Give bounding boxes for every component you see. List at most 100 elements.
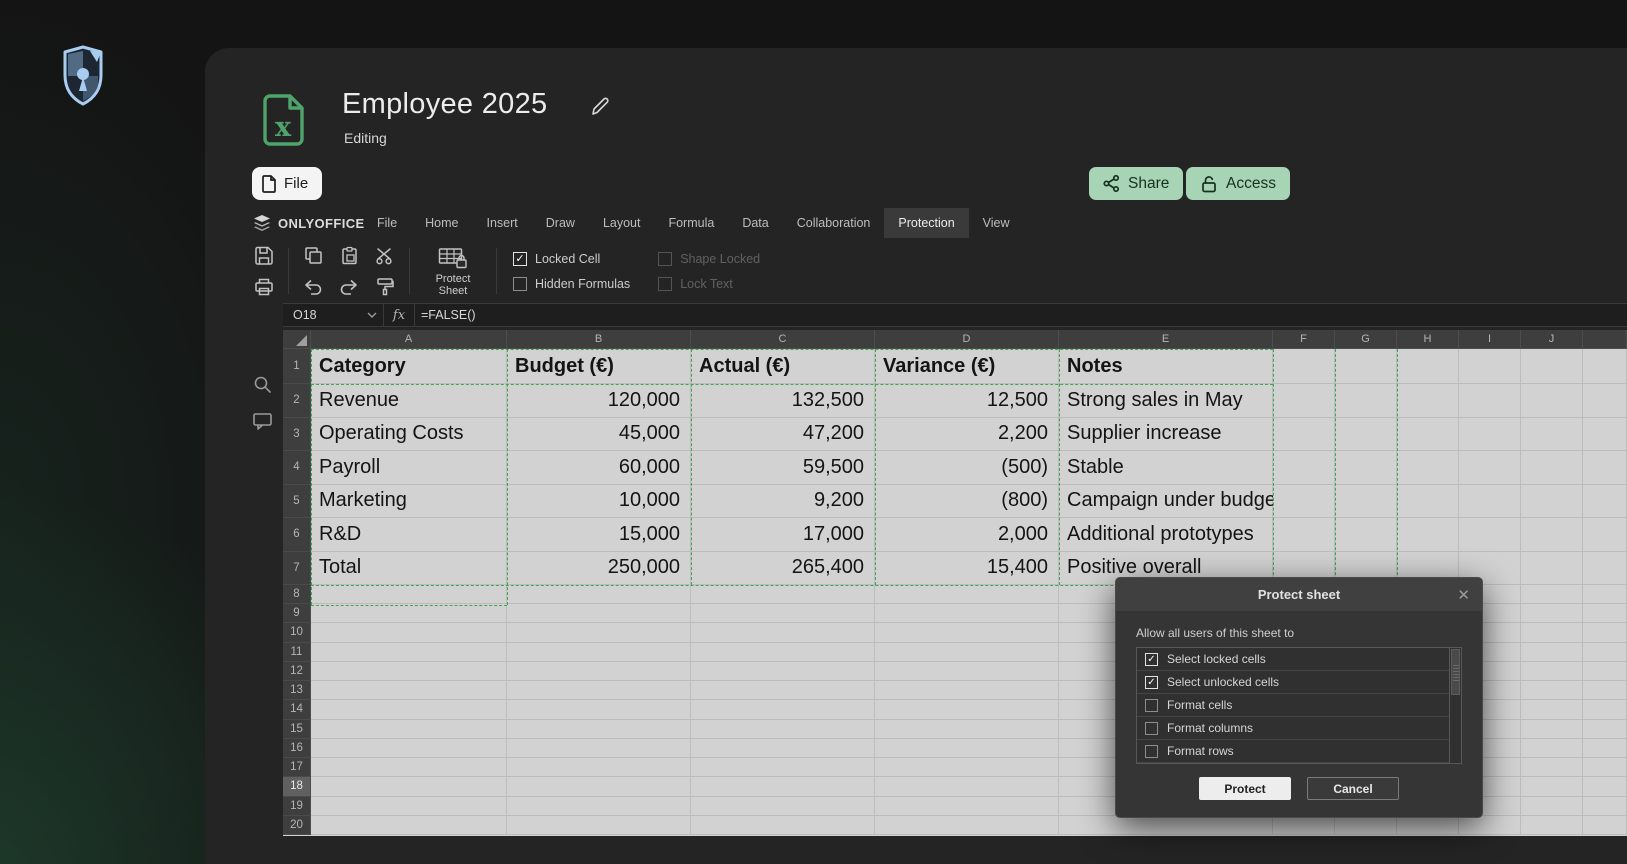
format-painter-icon[interactable]	[373, 276, 397, 298]
cell-B16[interactable]	[507, 739, 691, 758]
tab-home[interactable]: Home	[411, 208, 472, 238]
cell-K15[interactable]	[1583, 720, 1627, 739]
cell-J20[interactable]	[1521, 816, 1583, 835]
row-header-6[interactable]: 6	[283, 518, 311, 552]
protect-sheet-button[interactable]: ProtectSheet	[422, 246, 484, 297]
row-header-17[interactable]: 17	[283, 758, 311, 777]
cell-D11[interactable]	[875, 643, 1059, 662]
tab-insert[interactable]: Insert	[473, 208, 532, 238]
cell-B17[interactable]	[507, 758, 691, 777]
cell-C10[interactable]	[691, 623, 875, 642]
cell-A19[interactable]	[311, 797, 507, 816]
cell-B20[interactable]	[507, 816, 691, 835]
cell-C17[interactable]	[691, 758, 875, 777]
cell-A18[interactable]	[311, 777, 507, 796]
cell-J7[interactable]	[1521, 552, 1583, 586]
cell-A2[interactable]: Revenue	[311, 384, 507, 418]
cell-J6[interactable]	[1521, 518, 1583, 552]
cell-D20[interactable]	[875, 816, 1059, 835]
cell-K2[interactable]	[1583, 384, 1627, 418]
tab-data[interactable]: Data	[728, 208, 782, 238]
dialog-option-format-columns[interactable]: Format columns	[1137, 717, 1461, 740]
cell-A5[interactable]: Marketing	[311, 485, 507, 519]
cell-G1[interactable]	[1335, 349, 1397, 384]
row-header-12[interactable]: 12	[283, 662, 311, 681]
cell-B18[interactable]	[507, 777, 691, 796]
cell-B3[interactable]: 45,000	[507, 418, 691, 452]
column-header-E[interactable]: E	[1059, 330, 1273, 349]
row-header-19[interactable]: 19	[283, 797, 311, 816]
checked-checkbox-icon[interactable]: ✓	[513, 252, 527, 266]
cell-E4[interactable]: Stable	[1059, 451, 1273, 485]
cell-C15[interactable]	[691, 720, 875, 739]
cell-K13[interactable]	[1583, 681, 1627, 700]
cell-D2[interactable]: 12,500	[875, 384, 1059, 418]
checked-checkbox-icon[interactable]: ✓	[1145, 676, 1158, 689]
cell-E20[interactable]	[1059, 816, 1273, 835]
row-header-10[interactable]: 10	[283, 623, 311, 642]
dialog-option-select-locked-cells[interactable]: ✓Select locked cells	[1137, 648, 1461, 671]
cell-A6[interactable]: R&D	[311, 518, 507, 552]
cell-G5[interactable]	[1335, 485, 1397, 519]
cell-F2[interactable]	[1273, 384, 1335, 418]
undo-icon[interactable]	[301, 276, 325, 298]
cell-D1[interactable]: Variance (€)	[875, 349, 1059, 384]
cell-D14[interactable]	[875, 700, 1059, 719]
cell-C6[interactable]: 17,000	[691, 518, 875, 552]
cell-J19[interactable]	[1521, 797, 1583, 816]
cell-G4[interactable]	[1335, 451, 1397, 485]
cell-C1[interactable]: Actual (€)	[691, 349, 875, 384]
cell-C7[interactable]: 265,400	[691, 552, 875, 586]
tab-collaboration[interactable]: Collaboration	[783, 208, 885, 238]
cancel-button[interactable]: Cancel	[1307, 777, 1399, 800]
cell-I6[interactable]	[1459, 518, 1521, 552]
save-icon[interactable]	[252, 245, 276, 267]
cell-A10[interactable]	[311, 623, 507, 642]
cell-B15[interactable]	[507, 720, 691, 739]
cell-K3[interactable]	[1583, 418, 1627, 452]
cell-G20[interactable]	[1335, 816, 1397, 835]
column-header-I[interactable]: I	[1459, 330, 1521, 349]
select-all-corner[interactable]	[283, 330, 311, 349]
unchecked-checkbox-icon[interactable]	[1145, 745, 1158, 758]
row-header-4[interactable]: 4	[283, 451, 311, 485]
cell-A7[interactable]: Total	[311, 552, 507, 586]
fx-icon[interactable]: fx	[384, 308, 414, 323]
scrollbar-thumb[interactable]	[1451, 649, 1460, 695]
cell-C4[interactable]: 59,500	[691, 451, 875, 485]
cell-K12[interactable]	[1583, 662, 1627, 681]
tab-file[interactable]: File	[363, 208, 411, 238]
cell-J15[interactable]	[1521, 720, 1583, 739]
cell-D4[interactable]: (500)	[875, 451, 1059, 485]
cell-C3[interactable]: 47,200	[691, 418, 875, 452]
row-header-16[interactable]: 16	[283, 739, 311, 758]
cell-H1[interactable]	[1397, 349, 1459, 384]
share-button[interactable]: Share	[1089, 167, 1183, 200]
cell-A11[interactable]	[311, 643, 507, 662]
cell-J1[interactable]	[1521, 349, 1583, 384]
cell-C12[interactable]	[691, 662, 875, 681]
dialog-option-format-rows[interactable]: Format rows	[1137, 740, 1461, 763]
access-button[interactable]: Access	[1186, 167, 1290, 200]
cell-F3[interactable]	[1273, 418, 1335, 452]
cell-J10[interactable]	[1521, 623, 1583, 642]
row-header-20[interactable]: 20	[283, 816, 311, 835]
toolbar-option-hidden-formulas[interactable]: Hidden Formulas	[513, 277, 630, 291]
dialog-option-format-cells[interactable]: Format cells	[1137, 694, 1461, 717]
cell-D6[interactable]: 2,000	[875, 518, 1059, 552]
cell-C20[interactable]	[691, 816, 875, 835]
search-icon[interactable]	[251, 373, 273, 395]
cell-D12[interactable]	[875, 662, 1059, 681]
cell-D8[interactable]	[875, 585, 1059, 604]
cell-D16[interactable]	[875, 739, 1059, 758]
cell-A14[interactable]	[311, 700, 507, 719]
cell-I20[interactable]	[1459, 816, 1521, 835]
row-header-11[interactable]: 11	[283, 643, 311, 662]
cell-K5[interactable]	[1583, 485, 1627, 519]
cell-G6[interactable]	[1335, 518, 1397, 552]
cell-B6[interactable]: 15,000	[507, 518, 691, 552]
cell-J3[interactable]	[1521, 418, 1583, 452]
cell-K16[interactable]	[1583, 739, 1627, 758]
column-header-partial[interactable]	[1583, 330, 1627, 349]
cell-J17[interactable]	[1521, 758, 1583, 777]
